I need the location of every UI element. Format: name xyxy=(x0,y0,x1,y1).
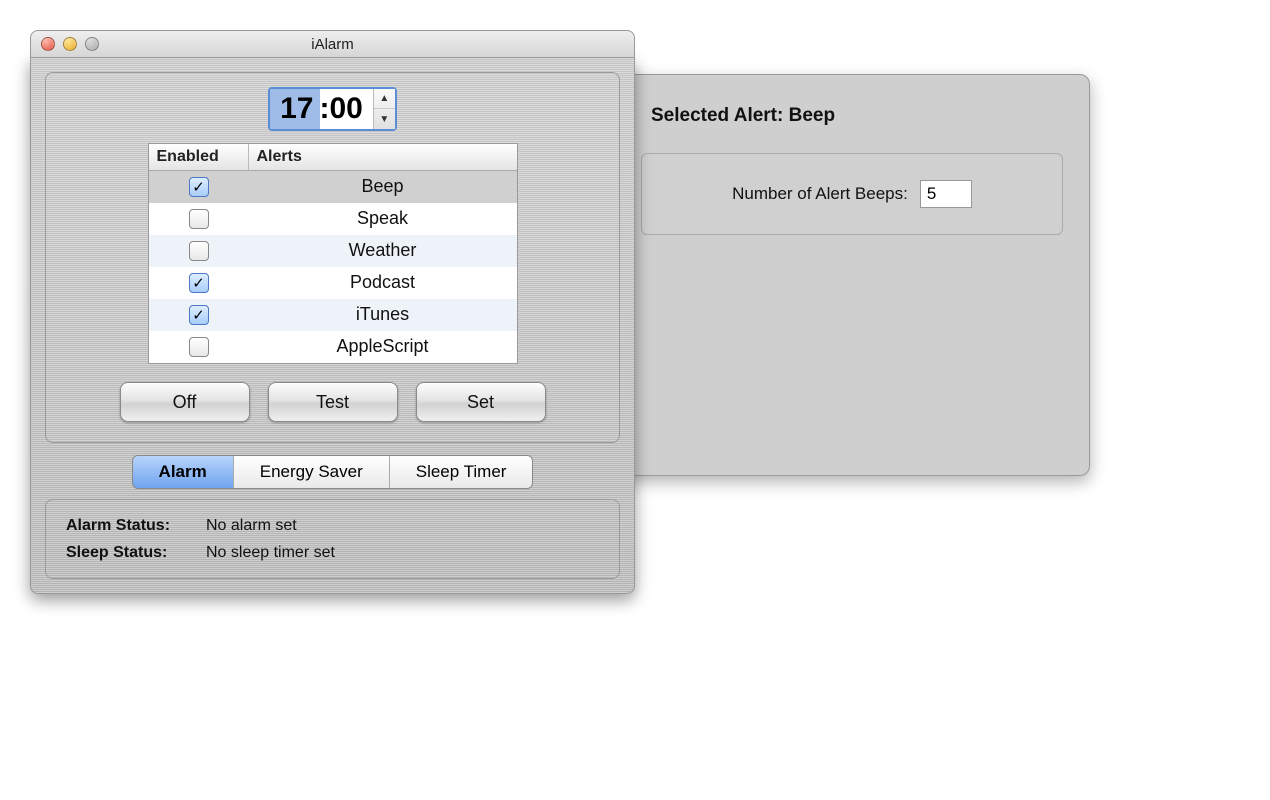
time-step-down-button[interactable]: ▼ xyxy=(374,109,395,129)
alert-name-label: AppleScript xyxy=(249,336,517,357)
drawer-title-prefix: Selected Alert: xyxy=(651,105,789,126)
alert-name-label: Podcast xyxy=(249,272,517,293)
alerts-table-body: ✓ Beep Speak Weather ✓ Podcast ✓ iTunes AppleScr… xyxy=(149,171,517,363)
ialarm-main-window: iAlarm 17 :00 ▲ ▼ Enabled Alerts ✓ xyxy=(30,30,635,594)
column-header-alerts[interactable]: Alerts xyxy=(249,144,517,170)
alert-name-label: iTunes xyxy=(249,304,517,325)
alert-row-podcast[interactable]: ✓ Podcast xyxy=(149,267,517,299)
alert-enabled-cell: ✓ xyxy=(149,273,249,293)
close-window-button[interactable] xyxy=(41,37,55,51)
drawer-title: Selected Alert: Beep xyxy=(651,105,1063,127)
sleep-status-value: No sleep timer set xyxy=(206,539,335,566)
beeps-count-label: Number of Alert Beeps: xyxy=(732,184,908,204)
window-titlebar: iAlarm xyxy=(30,30,635,58)
sleep-status-label: Sleep Status: xyxy=(66,539,206,566)
alerts-table-header: Enabled Alerts xyxy=(149,144,517,171)
test-button[interactable]: Test xyxy=(268,382,398,422)
alert-row-itunes[interactable]: ✓ iTunes xyxy=(149,299,517,331)
alert-enabled-checkbox[interactable] xyxy=(189,337,209,357)
alert-enabled-checkbox[interactable]: ✓ xyxy=(189,177,209,197)
alert-enabled-checkbox[interactable]: ✓ xyxy=(189,305,209,325)
beeps-count-input[interactable] xyxy=(920,180,972,208)
sleep-status-row: Sleep Status: No sleep timer set xyxy=(66,539,599,566)
alert-enabled-checkbox[interactable] xyxy=(189,209,209,229)
segmented-control: AlarmEnergy SaverSleep Timer xyxy=(132,455,534,489)
alarm-time-hours[interactable]: 17 xyxy=(270,89,319,129)
alarm-time-field[interactable]: 17 :00 ▲ ▼ xyxy=(268,87,397,131)
tab-alarm[interactable]: Alarm xyxy=(133,456,234,488)
button-row: Off Test Set xyxy=(60,382,605,422)
tab-sleep-timer[interactable]: Sleep Timer xyxy=(390,456,533,488)
alert-name-label: Beep xyxy=(249,176,517,197)
alert-row-weather[interactable]: Weather xyxy=(149,235,517,267)
zoom-window-button[interactable] xyxy=(85,37,99,51)
alarm-status-value: No alarm set xyxy=(206,512,297,539)
time-step-up-button[interactable]: ▲ xyxy=(374,89,395,109)
tab-energy-saver[interactable]: Energy Saver xyxy=(234,456,390,488)
alert-enabled-cell xyxy=(149,241,249,261)
beeps-setting-box: Number of Alert Beeps: xyxy=(641,153,1063,235)
alarm-status-row: Alarm Status: No alarm set xyxy=(66,512,599,539)
time-row: 17 :00 ▲ ▼ xyxy=(60,87,605,131)
window-body: 17 :00 ▲ ▼ Enabled Alerts ✓ Beep Speak Weat… xyxy=(30,58,635,594)
alert-row-beep[interactable]: ✓ Beep xyxy=(149,171,517,203)
alert-row-applescript[interactable]: AppleScript xyxy=(149,331,517,363)
view-tabs: AlarmEnergy SaverSleep Timer xyxy=(45,455,620,489)
window-title: iAlarm xyxy=(41,36,624,53)
alarm-status-label: Alarm Status: xyxy=(66,512,206,539)
alert-enabled-checkbox[interactable] xyxy=(189,241,209,261)
alert-enabled-cell: ✓ xyxy=(149,177,249,197)
alert-name-label: Speak xyxy=(249,208,517,229)
alerts-table: Enabled Alerts ✓ Beep Speak Weather ✓ Podcast… xyxy=(148,143,518,364)
traffic-lights xyxy=(41,37,99,51)
alert-enabled-checkbox[interactable]: ✓ xyxy=(189,273,209,293)
alarm-time-minutes[interactable]: :00 xyxy=(320,89,373,129)
alarm-panel: 17 :00 ▲ ▼ Enabled Alerts ✓ Beep Speak Weat… xyxy=(45,72,620,443)
set-button[interactable]: Set xyxy=(416,382,546,422)
drawer-title-value: Beep xyxy=(789,105,835,126)
minimize-window-button[interactable] xyxy=(63,37,77,51)
column-header-enabled[interactable]: Enabled xyxy=(149,144,249,170)
alert-settings-drawer: Selected Alert: Beep Number of Alert Bee… xyxy=(615,74,1090,476)
alert-enabled-cell xyxy=(149,209,249,229)
alert-enabled-cell xyxy=(149,337,249,357)
alert-enabled-cell: ✓ xyxy=(149,305,249,325)
alert-row-speak[interactable]: Speak xyxy=(149,203,517,235)
off-button[interactable]: Off xyxy=(120,382,250,422)
alert-name-label: Weather xyxy=(249,240,517,261)
time-stepper: ▲ ▼ xyxy=(373,89,395,129)
status-panel: Alarm Status: No alarm set Sleep Status:… xyxy=(45,499,620,579)
